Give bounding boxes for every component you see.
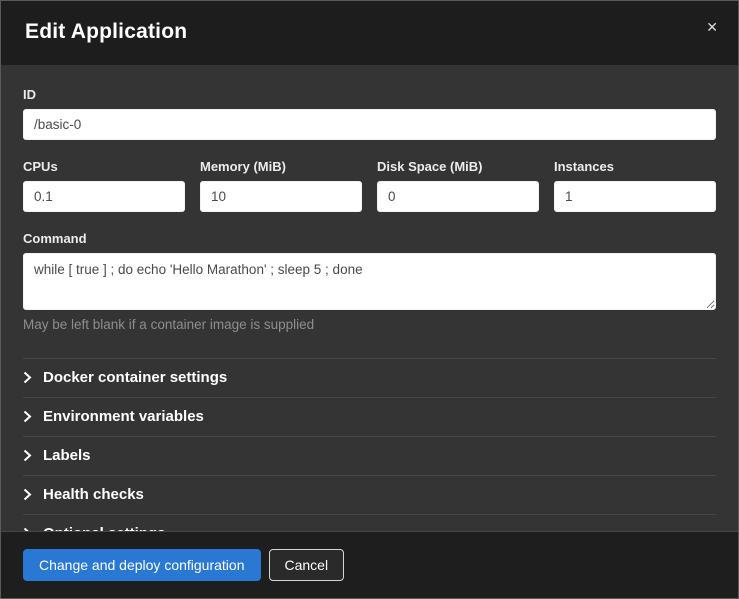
- command-textarea[interactable]: while [ true ] ; do echo 'Hello Marathon…: [23, 253, 716, 310]
- section-labels[interactable]: Labels: [23, 436, 716, 475]
- section-health-checks[interactable]: Health checks: [23, 475, 716, 514]
- cancel-button[interactable]: Cancel: [269, 549, 345, 581]
- chevron-right-icon: [23, 410, 32, 423]
- change-and-deploy-button[interactable]: Change and deploy configuration: [23, 549, 261, 581]
- disk-input[interactable]: [377, 181, 539, 212]
- modal-body: ID CPUs Memory (MiB) Disk Space (MiB) In…: [1, 65, 738, 531]
- command-label: Command: [23, 231, 716, 246]
- section-label: Environment variables: [43, 408, 204, 425]
- instances-label: Instances: [554, 159, 716, 174]
- command-help-text: May be left blank if a container image i…: [23, 317, 716, 332]
- section-label: Health checks: [43, 486, 144, 503]
- modal-header: Edit Application ✕: [1, 1, 738, 65]
- cpus-label: CPUs: [23, 159, 185, 174]
- disk-field-group: Disk Space (MiB): [377, 159, 539, 212]
- disk-label: Disk Space (MiB): [377, 159, 539, 174]
- modal-footer: Change and deploy configuration Cancel: [1, 531, 738, 598]
- section-environment-variables[interactable]: Environment variables: [23, 397, 716, 436]
- command-field-group: Command while [ true ] ; do echo 'Hello …: [23, 231, 716, 332]
- section-docker-container-settings[interactable]: Docker container settings: [23, 358, 716, 397]
- cpus-field-group: CPUs: [23, 159, 185, 212]
- instances-input[interactable]: [554, 181, 716, 212]
- id-input[interactable]: [23, 109, 716, 140]
- collapsible-sections: Docker container settings Environment va…: [23, 358, 716, 531]
- id-label: ID: [23, 87, 716, 102]
- section-label: Labels: [43, 447, 91, 464]
- modal-title: Edit Application: [25, 20, 187, 43]
- chevron-right-icon: [23, 449, 32, 462]
- memory-input[interactable]: [200, 181, 362, 212]
- id-field-group: ID: [23, 87, 716, 140]
- chevron-right-icon: [23, 488, 32, 501]
- section-optional-settings[interactable]: Optional settings: [23, 514, 716, 531]
- memory-label: Memory (MiB): [200, 159, 362, 174]
- instances-field-group: Instances: [554, 159, 716, 212]
- memory-field-group: Memory (MiB): [200, 159, 362, 212]
- section-label: Docker container settings: [43, 369, 227, 386]
- edit-application-modal: Edit Application ✕ ID CPUs Memory (MiB) …: [0, 0, 739, 599]
- close-icon[interactable]: ✕: [702, 17, 722, 39]
- resources-field-row: CPUs Memory (MiB) Disk Space (MiB) Insta…: [23, 159, 716, 212]
- cpus-input[interactable]: [23, 181, 185, 212]
- chevron-right-icon: [23, 371, 32, 384]
